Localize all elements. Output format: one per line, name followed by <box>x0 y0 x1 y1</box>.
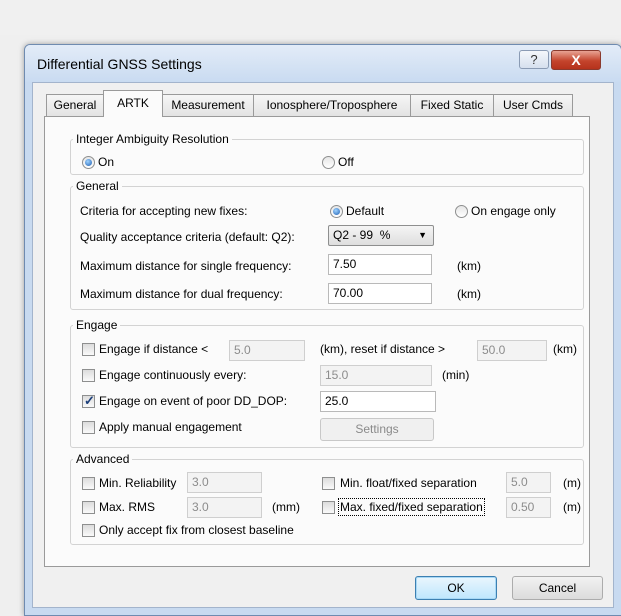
chevron-down-icon: ▼ <box>418 230 427 240</box>
cancel-button[interactable]: Cancel <box>512 576 603 600</box>
ambiguity-off-label[interactable]: Off <box>338 155 354 169</box>
min-float-input[interactable]: 5.0 <box>506 472 551 493</box>
engage-poor-dop-label[interactable]: Engage on event of poor DD_DOP: <box>99 394 287 408</box>
general-legend: General <box>73 179 122 193</box>
reset-distance-unit: (km) <box>553 342 577 356</box>
help-button[interactable]: ? <box>519 50 549 69</box>
engage-legend: Engage <box>73 318 121 332</box>
ambiguity-on-radio[interactable] <box>82 156 95 169</box>
closest-baseline-checkbox[interactable] <box>82 524 95 537</box>
max-rms-label[interactable]: Max. RMS <box>99 500 155 514</box>
criteria-engage-only-label[interactable]: On engage only <box>471 204 556 218</box>
tab-measurement[interactable]: Measurement <box>162 94 254 116</box>
max-single-unit: (km) <box>457 259 481 273</box>
ambiguity-off-radio[interactable] <box>322 156 335 169</box>
max-dual-label: Maximum distance for dual frequency: <box>80 287 283 301</box>
engage-poor-dop-checkbox[interactable] <box>82 393 95 409</box>
tab-fixed-static[interactable]: Fixed Static <box>410 94 494 116</box>
engage-continuous-input[interactable]: 15.0 <box>320 365 432 386</box>
max-rms-unit: (mm) <box>272 500 300 514</box>
quality-select[interactable]: Q2 - 99 % ▼ <box>328 225 434 246</box>
reset-distance-input[interactable]: 50.0 <box>477 340 547 361</box>
min-float-label[interactable]: Min. float/fixed separation <box>340 476 477 490</box>
manual-engagement-label[interactable]: Apply manual engagement <box>99 420 242 434</box>
engage-distance-input[interactable]: 5.0 <box>229 340 305 361</box>
min-reliability-input[interactable]: 3.0 <box>187 472 262 493</box>
tab-ionosphere-troposphere[interactable]: Ionosphere/Troposphere <box>253 94 411 116</box>
ambiguity-on-label[interactable]: On <box>98 155 114 169</box>
engage-poor-dop-input[interactable]: 25.0 <box>320 391 436 412</box>
min-reliability-checkbox[interactable] <box>82 477 95 490</box>
advanced-legend: Advanced <box>73 452 133 466</box>
engage-continuous-unit: (min) <box>442 368 470 382</box>
max-fixed-label[interactable]: Max. fixed/fixed separation <box>338 498 485 516</box>
max-fixed-checkbox[interactable] <box>322 501 335 514</box>
reset-distance-label: (km), reset if distance > <box>320 342 446 356</box>
max-fixed-input[interactable]: 0.50 <box>506 497 551 518</box>
desktop-background <box>0 0 621 35</box>
criteria-default-label[interactable]: Default <box>346 204 384 218</box>
tab-artk[interactable]: ARTK <box>103 90 163 117</box>
criteria-label: Criteria for accepting new fixes: <box>80 204 248 218</box>
tab-user-cmds[interactable]: User Cmds <box>493 94 573 116</box>
integer-ambiguity-legend: Integer Ambiguity Resolution <box>73 132 232 146</box>
engage-distance-checkbox[interactable] <box>82 343 95 356</box>
dialog-title: Differential GNSS Settings <box>37 56 202 72</box>
quality-select-value: Q2 - 99 % <box>333 228 391 242</box>
max-dual-unit: (km) <box>457 287 481 301</box>
max-fixed-unit: (m) <box>563 500 581 514</box>
max-dual-input[interactable]: 70.00 <box>328 283 432 304</box>
quality-label: Quality acceptance criteria (default: Q2… <box>80 230 295 244</box>
min-float-unit: (m) <box>563 476 581 490</box>
max-rms-checkbox[interactable] <box>82 501 95 514</box>
ok-button[interactable]: OK <box>415 576 497 600</box>
engage-continuous-label[interactable]: Engage continuously every: <box>99 368 246 382</box>
max-single-input[interactable]: 7.50 <box>328 254 432 275</box>
engage-continuous-checkbox[interactable] <box>82 369 95 382</box>
min-reliability-label[interactable]: Min. Reliability <box>99 476 176 490</box>
engage-distance-label[interactable]: Engage if distance < <box>99 342 208 356</box>
max-rms-input[interactable]: 3.0 <box>187 497 262 518</box>
manual-engagement-checkbox[interactable] <box>82 421 95 434</box>
criteria-default-radio[interactable] <box>330 205 343 218</box>
close-button[interactable]: X <box>551 50 601 70</box>
min-float-checkbox[interactable] <box>322 477 335 490</box>
tab-general[interactable]: General <box>46 94 104 116</box>
max-single-label: Maximum distance for single frequency: <box>80 259 292 273</box>
settings-button[interactable]: Settings <box>320 418 434 441</box>
closest-baseline-label[interactable]: Only accept fix from closest baseline <box>99 523 294 537</box>
criteria-engage-only-radio[interactable] <box>455 205 468 218</box>
